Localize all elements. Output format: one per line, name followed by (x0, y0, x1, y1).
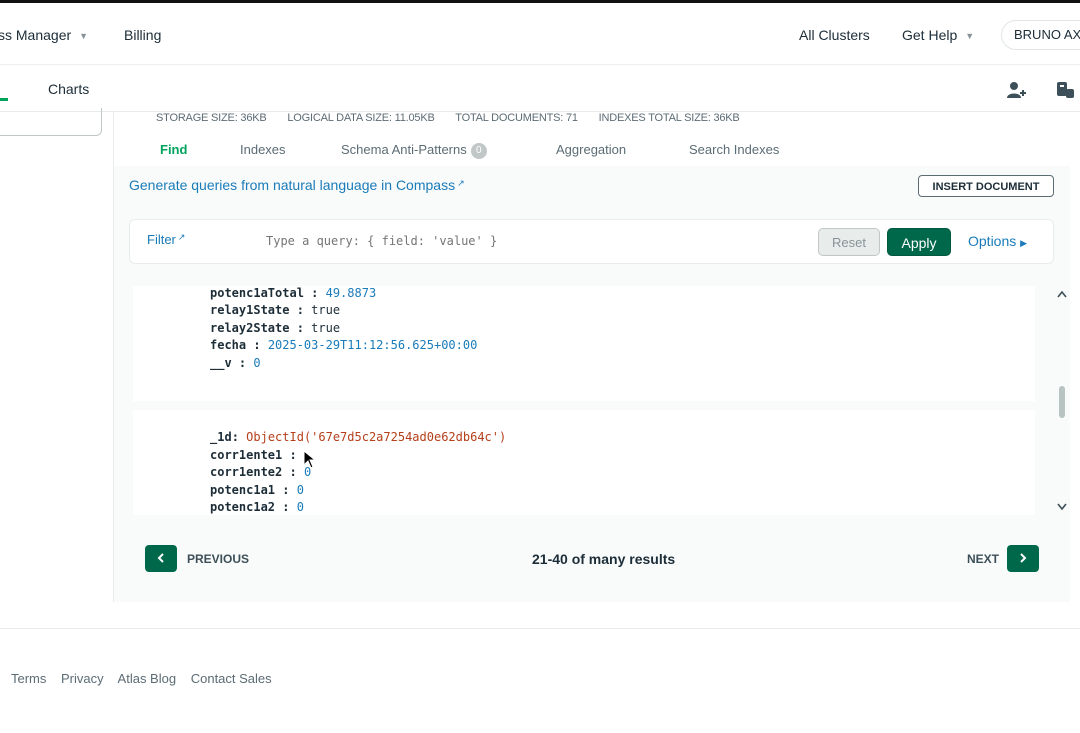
options-label: Options (968, 233, 1017, 249)
tab-find[interactable]: Find (160, 142, 187, 157)
results-count: 21-40 of many results (532, 551, 676, 567)
billing-link[interactable]: Billing (124, 27, 161, 43)
privacy-link[interactable]: Privacy (61, 671, 104, 686)
compass-natural-language-link[interactable]: Generate queries from natural language i… (129, 177, 465, 193)
left-sidebar (0, 108, 114, 602)
document-field: relay2State : true (210, 321, 341, 335)
compass-link-label: Generate queries from natural language i… (129, 177, 456, 193)
document-field: corr1ente2 : 0 (210, 465, 312, 479)
chevron-down-icon: ▼ (965, 31, 975, 41)
atlas-blog-link[interactable]: Atlas Blog (118, 671, 177, 686)
document-field: potenc1a2 : 0 (210, 500, 304, 514)
tab-schema-anti-patterns[interactable]: Schema Anti-Patterns 0 (341, 142, 487, 159)
access-manager-menu[interactable]: ss Manager ▼ (0, 27, 88, 43)
chevron-left-icon (157, 553, 164, 563)
terms-link[interactable]: Terms (11, 671, 46, 686)
user-menu-button[interactable]: BRUNO AX (1001, 20, 1080, 50)
document-field: corr1ente1 : (210, 448, 297, 462)
contact-sales-link[interactable]: Contact Sales (191, 671, 272, 686)
total-documents-stat: TOTAL DOCUMENTS: 71 (455, 112, 578, 124)
insert-document-button[interactable]: INSERT DOCUMENT (918, 175, 1054, 197)
footer-links: Terms Privacy Atlas Blog Contact Sales (11, 671, 283, 686)
pagination: PREVIOUS 21-40 of many results NEXT (145, 545, 1040, 573)
get-help-label: Get Help (902, 27, 958, 43)
filter-bar: Filter↗ Reset Apply Options ▶ (129, 219, 1054, 264)
filter-label-text: Filter (147, 232, 176, 247)
charts-tab[interactable]: Charts (48, 81, 89, 97)
mouse-cursor-icon (303, 449, 317, 475)
schema-tab-label: Schema Anti-Patterns (341, 142, 467, 157)
logical-size-stat: LOGICAL DATA SIZE: 11.05KB (287, 112, 435, 124)
document-field: __v : 0 (210, 356, 261, 370)
document-list: potenc1aTotal : 49.8873 relay1State : tr… (133, 286, 1035, 515)
document-field: relay1State : true (210, 303, 341, 317)
user-name: BRUNO AX (1014, 27, 1080, 42)
active-tab-indicator (0, 98, 8, 101)
chevron-right-icon (1020, 553, 1027, 563)
schema-count-badge: 0 (470, 143, 487, 159)
document-field: fecha : 2025-03-29T11:12:56.625+00:00 (210, 338, 478, 352)
next-page-button[interactable] (1007, 545, 1039, 572)
next-label[interactable]: NEXT (967, 552, 999, 566)
previous-label[interactable]: PREVIOUS (187, 552, 249, 566)
access-manager-label: ss Manager (0, 27, 72, 43)
external-link-icon: ↗ (457, 178, 465, 188)
query-input[interactable] (266, 234, 566, 248)
document-field: potenc1aTotal : 49.8873 (210, 286, 377, 300)
top-navigation-bar: ss Manager ▼ Billing All Clusters Get Hel… (0, 0, 1080, 64)
storage-size-stat: STORAGE SIZE: 36KB (156, 112, 267, 124)
document-card[interactable]: potenc1aTotal : 49.8873 relay1State : tr… (133, 286, 1035, 401)
tab-search-indexes[interactable]: Search Indexes (689, 142, 779, 157)
collection-stats: STORAGE SIZE: 36KB LOGICAL DATA SIZE: 11… (156, 112, 758, 124)
project-subnav: Charts (0, 64, 1080, 112)
indexes-size-stat: INDEXES TOTAL SIZE: 36KB (598, 112, 740, 124)
add-user-icon[interactable] (1005, 79, 1027, 101)
connect-icon[interactable] (1054, 79, 1076, 101)
options-toggle[interactable]: Options ▶ (968, 233, 1027, 249)
filter-link[interactable]: Filter ↗ (147, 232, 185, 247)
document-scrollbar[interactable] (1055, 286, 1069, 515)
apply-button[interactable]: Apply (887, 228, 951, 256)
caret-right-icon: ▶ (1020, 238, 1028, 248)
all-clusters-link[interactable]: All Clusters (799, 27, 870, 43)
document-field: _1d: ObjectId('67e7d5c2a7254ad0e62db64c'… (210, 430, 507, 444)
document-card[interactable]: _1d: ObjectId('67e7d5c2a7254ad0e62db64c'… (133, 410, 1035, 515)
get-help-menu[interactable]: Get Help ▼ (902, 27, 974, 43)
external-link-icon: ↗ (177, 232, 186, 242)
document-field: potenc1a1 : 0 (210, 483, 304, 497)
previous-page-button[interactable] (145, 545, 177, 572)
footer-divider (0, 628, 1080, 629)
reset-button[interactable]: Reset (818, 228, 880, 256)
sidebar-search-box[interactable] (0, 108, 102, 136)
tab-indexes[interactable]: Indexes (240, 142, 286, 157)
tab-aggregation[interactable]: Aggregation (556, 142, 626, 157)
chevron-down-icon: ▼ (79, 31, 89, 41)
